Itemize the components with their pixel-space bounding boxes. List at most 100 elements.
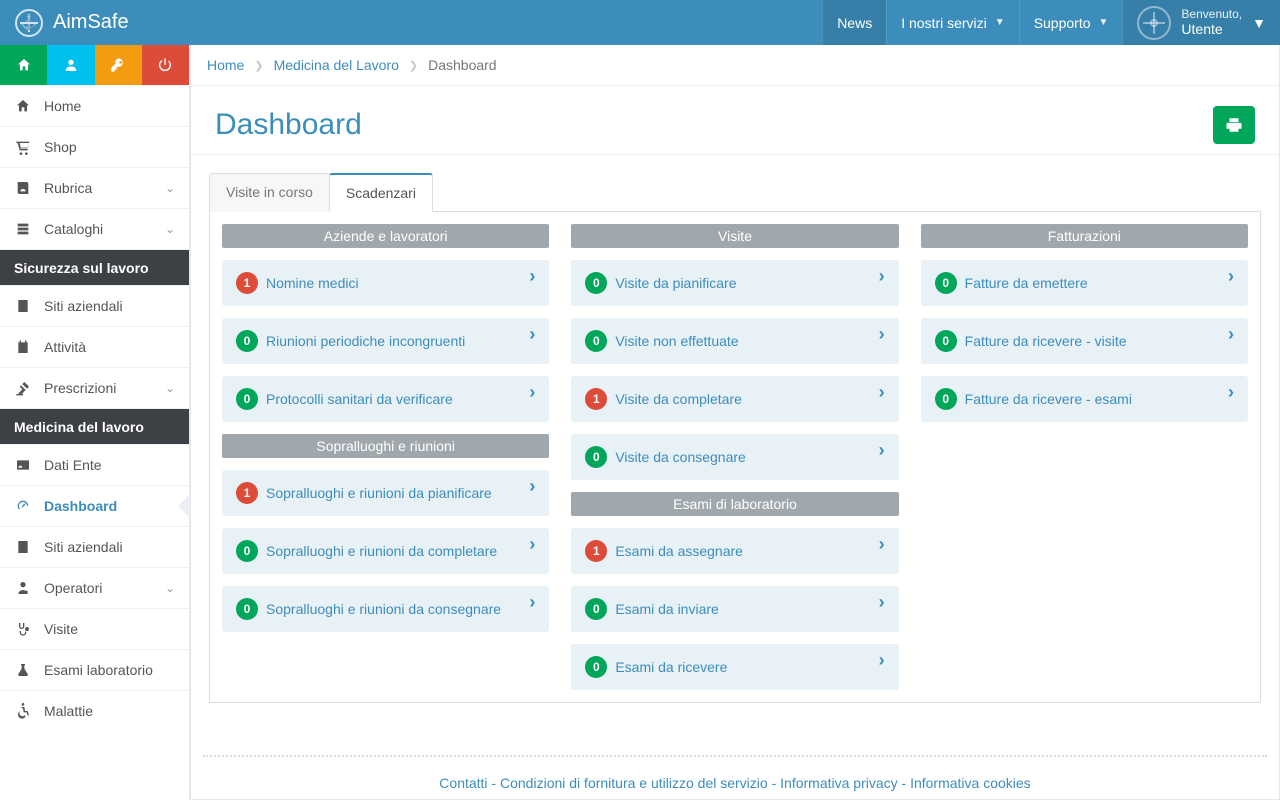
scadenza-card[interactable]: 1Sopralluoghi e riunioni da pianificare› — [222, 470, 549, 516]
logout-button[interactable] — [142, 45, 189, 85]
sidebar-item[interactable]: Rubrica⌄ — [0, 168, 189, 208]
chevron-right-icon: › — [529, 592, 535, 613]
card-label: Sopralluoghi e riunioni da pianificare — [266, 485, 492, 501]
page-title: Dashboard — [215, 108, 362, 142]
chevron-right-icon: › — [879, 650, 885, 671]
tab-scadenzari[interactable]: Scadenzari — [329, 173, 433, 212]
sidebar-item-label: Visite — [44, 621, 78, 637]
user-shortcut-button[interactable] — [47, 45, 94, 85]
nav-services[interactable]: I nostri servizi ▼ — [886, 0, 1018, 45]
nav-news[interactable]: News — [822, 0, 886, 45]
chevron-right-icon: ❯ — [254, 59, 263, 72]
scadenza-card[interactable]: 0Fatture da emettere› — [921, 260, 1248, 306]
sidebar-item-label: Prescrizioni — [44, 380, 116, 396]
card-label: Esami da ricevere — [615, 659, 727, 675]
print-button[interactable] — [1213, 106, 1255, 144]
scadenza-card[interactable]: 1Nomine medici› — [222, 260, 549, 306]
scadenza-card[interactable]: 0Fatture da ricevere - visite› — [921, 318, 1248, 364]
print-icon — [1225, 116, 1243, 134]
caret-down-icon: ▼ — [1099, 17, 1109, 28]
sidebar-item-label: Cataloghi — [44, 221, 103, 237]
breadcrumb: Home ❯ Medicina del Lavoro ❯ Dashboard — [191, 45, 1279, 86]
breadcrumb-home[interactable]: Home — [207, 57, 244, 73]
sidebar-item[interactable]: Dati Ente — [0, 445, 189, 485]
home-shortcut-button[interactable] — [0, 45, 47, 85]
sidebar-item[interactable]: Visite — [0, 609, 189, 649]
chevron-right-icon: › — [1228, 266, 1234, 287]
dashboard-column: Aziende e lavoratori1Nomine medici›0Riun… — [222, 224, 549, 632]
sidebar-item[interactable]: Dashboard — [0, 486, 189, 526]
stethoscope-icon — [14, 621, 32, 637]
sidebar-item[interactable]: Operatori⌄ — [0, 568, 189, 608]
dashboard-column: Fatturazioni 0Fatture da emettere› 0Fattur… — [921, 224, 1248, 422]
sidebar-item-label: Dashboard — [44, 498, 117, 514]
footer-link[interactable]: Informativa cookies — [910, 775, 1031, 791]
sidebar-item-label: Medicina del lavoro — [14, 419, 144, 435]
scadenza-card[interactable]: 1Esami da assegnare› — [571, 528, 898, 574]
scadenza-card[interactable]: 0Esami da inviare› — [571, 586, 898, 632]
chevron-right-icon: › — [1228, 382, 1234, 403]
count-badge: 1 — [585, 388, 607, 410]
scadenza-card[interactable]: 0Protocolli sanitari da verificare› — [222, 376, 549, 422]
card-label: Riunioni periodiche incongruenti — [266, 333, 465, 349]
count-badge: 0 — [585, 330, 607, 352]
column-header: Sopralluoghi e riunioni — [222, 434, 549, 458]
sidebar-item-label: Dati Ente — [44, 457, 102, 473]
column-header: Esami di laboratorio — [571, 492, 898, 516]
card-label: Nomine medici — [266, 275, 359, 291]
count-badge: 0 — [585, 656, 607, 678]
count-badge: 0 — [935, 272, 957, 294]
id-card-icon — [14, 457, 32, 473]
tab-visite-in-corso[interactable]: Visite in corso — [209, 173, 329, 212]
caret-down-icon: ▼ — [1252, 15, 1266, 31]
nav-user-menu[interactable]: Benvenuto, Utente ▼ — [1122, 0, 1280, 45]
card-label: Esami da inviare — [615, 601, 719, 617]
sidebar-item[interactable]: Attività — [0, 327, 189, 367]
count-badge: 0 — [236, 388, 258, 410]
breadcrumb-section[interactable]: Medicina del Lavoro — [274, 57, 399, 73]
sidebar-item-label: Siti aziendali — [44, 539, 123, 555]
tabs: Visite in corso Scadenzari — [191, 155, 1279, 212]
sidebar-item[interactable]: Shop — [0, 127, 189, 167]
chevron-right-icon: › — [529, 266, 535, 287]
scadenza-card[interactable]: 0Riunioni periodiche incongruenti› — [222, 318, 549, 364]
chevron-right-icon: › — [879, 440, 885, 461]
count-badge: 0 — [236, 540, 258, 562]
column-header: Fatturazioni — [921, 224, 1248, 248]
scadenza-card[interactable]: 0Visite da consegnare› — [571, 434, 898, 480]
footer-link[interactable]: Contatti — [439, 775, 487, 791]
scadenza-card[interactable]: 0Visite da pianificare› — [571, 260, 898, 306]
tab-panel-scadenzari: Aziende e lavoratori1Nomine medici›0Riun… — [209, 211, 1261, 703]
footer-link[interactable]: Informativa privacy — [780, 775, 897, 791]
sidebar-section: Sicurezza sul lavoro — [0, 250, 189, 285]
sidebar-item[interactable]: Home — [0, 86, 189, 126]
scadenza-card[interactable]: 0 Esami da ricevere › — [571, 644, 898, 690]
logo[interactable]: ⚓ AimSafe — [0, 0, 200, 45]
footer-link[interactable]: Condizioni di fornitura e utilizzo del s… — [500, 775, 768, 791]
key-shortcut-button[interactable] — [95, 45, 142, 85]
scadenza-card[interactable]: 0Sopralluoghi e riunioni da consegnare› — [222, 586, 549, 632]
sidebar-item-label: Shop — [44, 139, 77, 155]
scadenza-card[interactable]: 0Fatture da ricevere - esami› — [921, 376, 1248, 422]
card-label: Visite da consegnare — [615, 449, 746, 465]
sidebar-item[interactable]: Malattie — [0, 691, 189, 731]
username-text: Utente — [1181, 21, 1242, 37]
nav-support[interactable]: Supporto ▼ — [1019, 0, 1123, 45]
sidebar-item[interactable]: Esami laboratorio — [0, 650, 189, 690]
sidebar-item[interactable]: Siti aziendali — [0, 286, 189, 326]
sidebar-item-label: Attività — [44, 339, 86, 355]
sidebar-item[interactable]: Cataloghi⌄ — [0, 209, 189, 249]
building-icon — [14, 539, 32, 555]
sidebar-item[interactable]: Prescrizioni⌄ — [0, 368, 189, 408]
scadenza-card[interactable]: 0Sopralluoghi e riunioni da completare› — [222, 528, 549, 574]
scadenza-card[interactable]: 1Visite da completare› — [571, 376, 898, 422]
scadenza-card[interactable]: 0Visite non effettuate› — [571, 318, 898, 364]
sidebar-item-label: Sicurezza sul lavoro — [14, 260, 149, 276]
sidebar-item[interactable]: Siti aziendali — [0, 527, 189, 567]
sidebar-section: Medicina del lavoro — [0, 409, 189, 444]
power-icon — [157, 57, 173, 73]
sidebar-item-label: Malattie — [44, 703, 93, 719]
nav-news-label: News — [837, 15, 872, 31]
logo-icon: ⚓ — [15, 9, 43, 37]
sidebar-item-label: Siti aziendali — [44, 298, 123, 314]
